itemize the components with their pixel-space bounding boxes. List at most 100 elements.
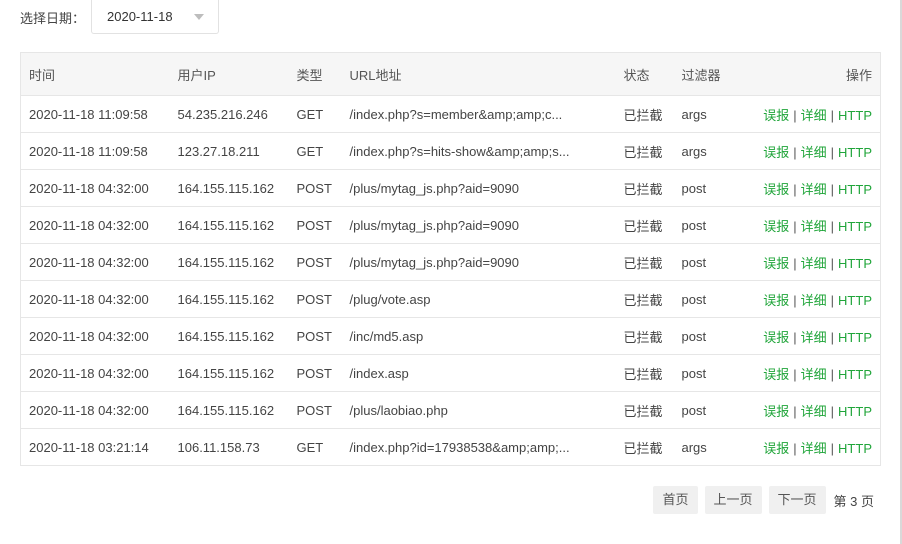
- http-link[interactable]: HTTP: [838, 404, 872, 419]
- column-header-actions: 操作: [748, 52, 881, 96]
- http-link[interactable]: HTTP: [838, 256, 872, 271]
- table-row: 2020-11-18 04:32:00 164.155.115.162 POST/i…: [20, 354, 881, 392]
- date-select[interactable]: 2020-11-18: [91, 0, 220, 34]
- detail-link[interactable]: 详细: [801, 256, 827, 271]
- column-header-status: 状态: [615, 52, 674, 96]
- cell-status: 已拦截: [615, 243, 674, 281]
- action-separator: |: [793, 329, 797, 345]
- action-separator: |: [830, 218, 835, 234]
- cell-actions: 误报 | 详细 | HTTP: [748, 243, 881, 281]
- column-header-type: 类型: [288, 52, 342, 96]
- cell-time: 2020-11-18 04:32:00: [20, 243, 170, 281]
- detail-link[interactable]: 详细: [801, 145, 827, 160]
- detail-link[interactable]: 详细: [801, 404, 827, 419]
- http-link[interactable]: HTTP: [838, 330, 872, 345]
- cell-filter: args: [673, 95, 749, 133]
- cell-ip: 164.155.115.162: [169, 354, 289, 392]
- table-row: 2020-11-18 04:32:00 164.155.115.162 POST/p…: [20, 206, 881, 244]
- cell-status: 已拦截: [615, 95, 674, 133]
- cell-status: 已拦截: [615, 206, 674, 244]
- report-false-positive-link[interactable]: 误报: [763, 293, 789, 308]
- cell-ip: 164.155.115.162: [169, 206, 289, 244]
- report-false-positive-link[interactable]: 误报: [763, 404, 789, 419]
- table-row: 2020-11-18 04:32:00 164.155.115.162 POST/i…: [20, 317, 881, 355]
- report-false-positive-link[interactable]: 误报: [763, 108, 789, 123]
- report-false-positive-link[interactable]: 误报: [763, 441, 789, 456]
- cell-filter: args: [673, 132, 749, 170]
- next-page-button[interactable]: 下一页: [768, 486, 826, 514]
- chevron-down-icon: [194, 14, 205, 20]
- cell-filter: post: [673, 169, 749, 207]
- cell-time: 2020-11-18 04:32:00: [20, 206, 170, 244]
- table-body: 2020-11-18 11:09:58 54.235.216.246 GET/ind…: [20, 95, 881, 466]
- cell-ip: 106.11.158.73: [169, 428, 289, 466]
- cell-status: 已拦截: [615, 317, 674, 355]
- action-separator: |: [830, 329, 835, 345]
- table-row: 2020-11-18 04:32:00 164.155.115.162 POST/p…: [20, 243, 881, 281]
- report-false-positive-link[interactable]: 误报: [763, 145, 789, 160]
- cell-ip: 54.235.216.246: [169, 95, 289, 133]
- date-filter: 选择日期： 2020-11-18: [20, 0, 220, 34]
- http-link[interactable]: HTTP: [838, 182, 872, 197]
- cell-type: GET: [288, 428, 342, 466]
- report-false-positive-link[interactable]: 误报: [763, 367, 789, 382]
- cell-time: 2020-11-18 04:32:00: [20, 280, 170, 318]
- action-separator: |: [793, 218, 797, 234]
- cell-ip: 123.27.18.211: [169, 132, 289, 170]
- table-header-row: 时间 用户IP 类型 URL地址 状态 过滤器 操作: [20, 52, 881, 96]
- http-link[interactable]: HTTP: [838, 219, 872, 234]
- cell-url: /plug/vote.asp: [341, 280, 616, 318]
- detail-link[interactable]: 详细: [801, 330, 827, 345]
- cell-type: GET: [288, 132, 342, 170]
- cell-filter: args: [673, 428, 749, 466]
- http-link[interactable]: HTTP: [838, 108, 872, 123]
- detail-link[interactable]: 详细: [801, 293, 827, 308]
- action-separator: |: [830, 144, 835, 160]
- table-row: 2020-11-18 03:21:14 106.11.158.73 GET/inde…: [20, 428, 881, 466]
- date-select-value: 2020-11-18: [107, 9, 173, 24]
- cell-time: 2020-11-18 03:21:14: [20, 428, 170, 466]
- cell-ip: 164.155.115.162: [169, 317, 289, 355]
- cell-filter: post: [673, 317, 749, 355]
- detail-link[interactable]: 详细: [801, 367, 827, 382]
- cell-url: /plus/mytag_js.php?aid=9090: [341, 206, 616, 244]
- report-false-positive-link[interactable]: 误报: [763, 330, 789, 345]
- detail-link[interactable]: 详细: [801, 182, 827, 197]
- cell-actions: 误报 | 详细 | HTTP: [748, 169, 881, 207]
- cell-type: POST: [288, 391, 342, 429]
- cell-type: POST: [288, 206, 342, 244]
- report-false-positive-link[interactable]: 误报: [763, 256, 789, 271]
- action-separator: |: [830, 292, 835, 308]
- action-separator: |: [830, 440, 835, 456]
- action-separator: |: [793, 255, 797, 271]
- cell-ip: 164.155.115.162: [169, 243, 289, 281]
- http-link[interactable]: HTTP: [838, 367, 872, 382]
- http-link[interactable]: HTTP: [838, 441, 872, 456]
- cell-filter: post: [673, 243, 749, 281]
- action-separator: |: [793, 107, 797, 123]
- http-link[interactable]: HTTP: [838, 293, 872, 308]
- cell-url: /index.asp: [341, 354, 616, 392]
- cell-ip: 164.155.115.162: [169, 391, 289, 429]
- report-false-positive-link[interactable]: 误报: [763, 182, 789, 197]
- cell-time: 2020-11-18 11:09:58: [20, 132, 170, 170]
- pagination: 首页 上一页 下一页 第 3 页: [646, 486, 874, 514]
- cell-actions: 误报 | 详细 | HTTP: [748, 391, 881, 429]
- detail-link[interactable]: 详细: [801, 219, 827, 234]
- cell-actions: 误报 | 详细 | HTTP: [748, 280, 881, 318]
- cell-time: 2020-11-18 11:09:58: [20, 95, 170, 133]
- action-separator: |: [830, 403, 835, 419]
- cell-actions: 误报 | 详细 | HTTP: [748, 354, 881, 392]
- cell-type: POST: [288, 169, 342, 207]
- first-page-button[interactable]: 首页: [653, 486, 698, 514]
- cell-url: /plus/mytag_js.php?aid=9090: [341, 169, 616, 207]
- cell-time: 2020-11-18 04:32:00: [20, 317, 170, 355]
- cell-filter: post: [673, 391, 749, 429]
- prev-page-button[interactable]: 上一页: [704, 486, 762, 514]
- intercept-log-table: 时间 用户IP 类型 URL地址 状态 过滤器 操作 2020-11-18 11…: [20, 52, 881, 466]
- report-false-positive-link[interactable]: 误报: [763, 219, 789, 234]
- detail-link[interactable]: 详细: [801, 108, 827, 123]
- column-header-url: URL地址: [341, 52, 616, 96]
- detail-link[interactable]: 详细: [801, 441, 827, 456]
- http-link[interactable]: HTTP: [838, 145, 872, 160]
